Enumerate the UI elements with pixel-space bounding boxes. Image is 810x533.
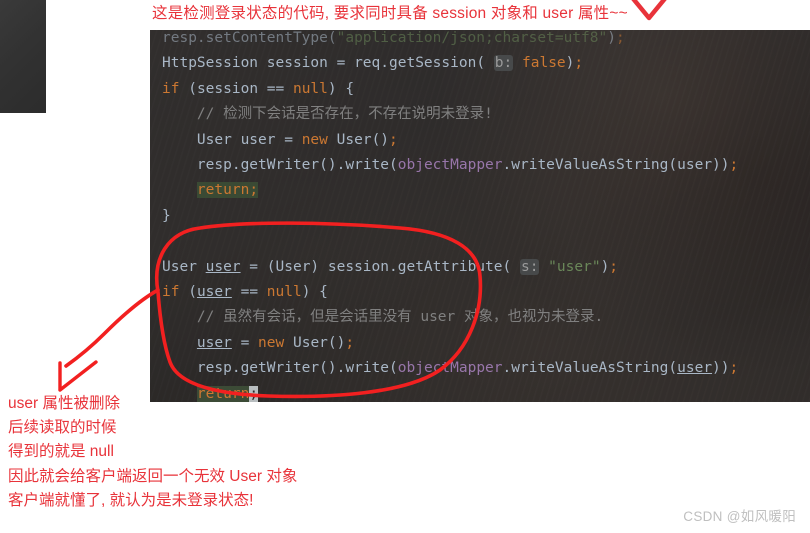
background-panel-fragment xyxy=(0,0,46,113)
note-line: 得到的就是 null xyxy=(8,443,114,461)
watermark: CSDN @如风暖阳 xyxy=(683,509,796,524)
red-curved-arrow-icon xyxy=(64,288,160,368)
note-line: user 属性被删除 xyxy=(8,395,120,412)
code-block[interactable]: resp.setContentType("application/json;ch… xyxy=(162,30,738,402)
annotation-headline: 这是检测登录状态的代码, 要求同时具备 session 对象和 user 属性~… xyxy=(152,5,628,22)
red-check-tick-icon xyxy=(631,0,667,21)
note-line: 后续读取的时候 xyxy=(8,419,117,437)
red-arrow-head-icon xyxy=(58,360,98,392)
note-line: 因此就会给客户端返回一个无效 User 对象 xyxy=(8,467,298,485)
note-line: 客户端就懂了, 就认为是未登录状态! xyxy=(8,491,254,509)
annotation-note: user 属性被删除 后续读取的时候 得到的就是 null 因此就会给客户端返回… xyxy=(8,392,428,513)
code-editor-panel[interactable]: resp.setContentType("application/json;ch… xyxy=(150,30,810,402)
